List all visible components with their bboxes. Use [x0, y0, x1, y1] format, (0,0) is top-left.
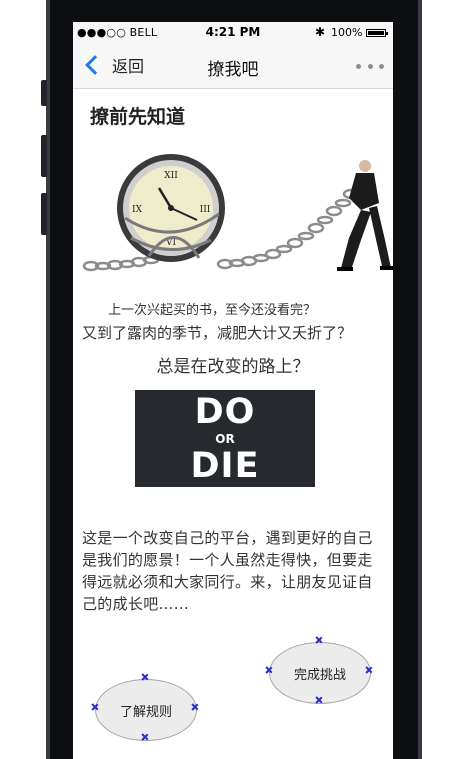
phone-edge-right: [418, 0, 422, 759]
selection-handle: [142, 674, 148, 680]
selection-handle: [192, 704, 198, 710]
finish-challenge-button[interactable]: 完成挑战: [269, 642, 371, 704]
question-line-2: 又到了露肉的季节，减肥大计又夭折了？: [82, 324, 353, 342]
battery-percent: 100%: [331, 26, 363, 39]
do-or-die-image: DO OR DIE: [135, 390, 315, 487]
learn-rules-button[interactable]: 了解规则: [95, 679, 197, 741]
clock-chain-illustration: XIIVI IX III: [82, 154, 393, 272]
volume-up-button: [41, 135, 47, 177]
selection-handle: [316, 697, 322, 703]
selection-handle: [142, 734, 148, 740]
bluetooth-icon: ✱: [315, 25, 326, 39]
finish-challenge-label: 完成挑战: [293, 667, 346, 683]
dot: [367, 64, 373, 69]
question-line-1: 上一次兴起买的书，至今还没看完？: [108, 303, 317, 318]
svg-text:III: III: [200, 205, 211, 215]
selection-handle: [366, 667, 372, 673]
mute-switch: [41, 80, 47, 106]
learn-rules-label: 了解规则: [119, 704, 172, 720]
volume-down-button: [41, 193, 47, 235]
dot: [379, 64, 384, 69]
do-or-die-line-1: DO: [194, 392, 256, 432]
section-heading: 撩前先知道: [90, 106, 186, 128]
svg-text:IX: IX: [132, 205, 143, 215]
selection-handle: [316, 637, 322, 643]
screen: ●●●○○ BELL 4:21 PM ✱ 100% 返回 撩我吧 撩前先知道 X…: [73, 22, 393, 759]
more-dots-icon[interactable]: [356, 64, 384, 70]
phone-edge-left: [46, 0, 50, 759]
do-or-die-line-3: DIE: [190, 446, 260, 486]
status-bar: ●●●○○ BELL 4:21 PM ✱ 100%: [73, 22, 393, 42]
do-or-die-line-2: OR: [215, 432, 235, 446]
intro-paragraph: 这是一个改变自己的平台，遇到更好的自己是我们的愿景！一个人虽然走得快，但要走得远…: [82, 529, 373, 613]
question-line-3: 总是在改变的路上？: [156, 357, 310, 377]
page-title: 撩我吧: [207, 60, 259, 80]
selection-handle: [266, 667, 272, 673]
nav-bar: 返回 撩我吧: [73, 42, 393, 89]
dot: [356, 64, 361, 69]
selection-handle: [92, 704, 98, 710]
svg-text:XII: XII: [164, 171, 178, 181]
battery-icon: [366, 29, 388, 37]
